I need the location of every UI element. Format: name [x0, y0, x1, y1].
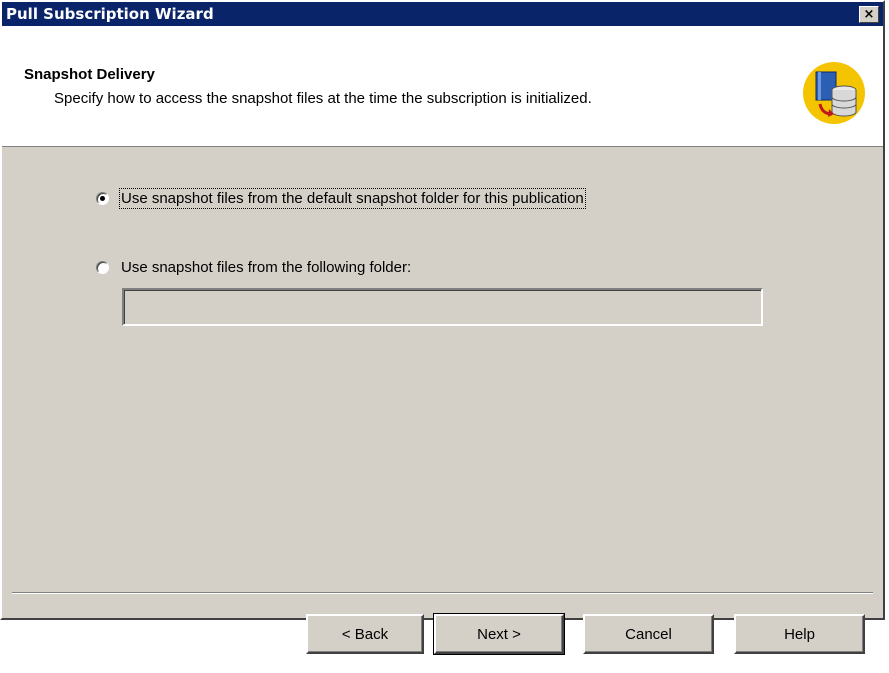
snapshot-database-icon	[803, 62, 865, 124]
title-bar[interactable]: Pull Subscription Wizard ×	[2, 2, 883, 26]
help-button-label: Help	[784, 625, 815, 643]
wizard-window: Pull Subscription Wizard × Snapshot Deli…	[0, 0, 885, 620]
next-button[interactable]: Next >	[433, 613, 565, 655]
close-button[interactable]: ×	[859, 6, 879, 23]
following-folder-radio[interactable]	[96, 261, 109, 274]
back-button-label: < Back	[341, 625, 389, 643]
page-title: Snapshot Delivery	[24, 66, 155, 83]
window-title: Pull Subscription Wizard	[6, 5, 214, 23]
wizard-header: Snapshot Delivery Specify how to access …	[2, 26, 883, 147]
help-button[interactable]: Help	[734, 614, 865, 654]
option-default-folder[interactable]: Use snapshot files from the default snap…	[96, 188, 586, 209]
back-button[interactable]: < Back	[306, 614, 424, 654]
default-folder-label[interactable]: Use snapshot files from the default snap…	[119, 188, 586, 209]
bottom-divider-highlight	[12, 593, 873, 594]
following-folder-label[interactable]: Use snapshot files from the following fo…	[121, 259, 411, 276]
close-icon: ×	[863, 6, 875, 22]
snapshot-folder-input[interactable]	[122, 288, 763, 326]
page-subtitle: Specify how to access the snapshot files…	[54, 90, 592, 107]
cancel-button-label: Cancel	[625, 625, 672, 643]
cancel-button[interactable]: Cancel	[583, 614, 714, 654]
default-folder-radio[interactable]	[96, 192, 109, 205]
option-following-folder[interactable]: Use snapshot files from the following fo…	[96, 259, 411, 276]
next-button-label: Next >	[477, 625, 521, 643]
